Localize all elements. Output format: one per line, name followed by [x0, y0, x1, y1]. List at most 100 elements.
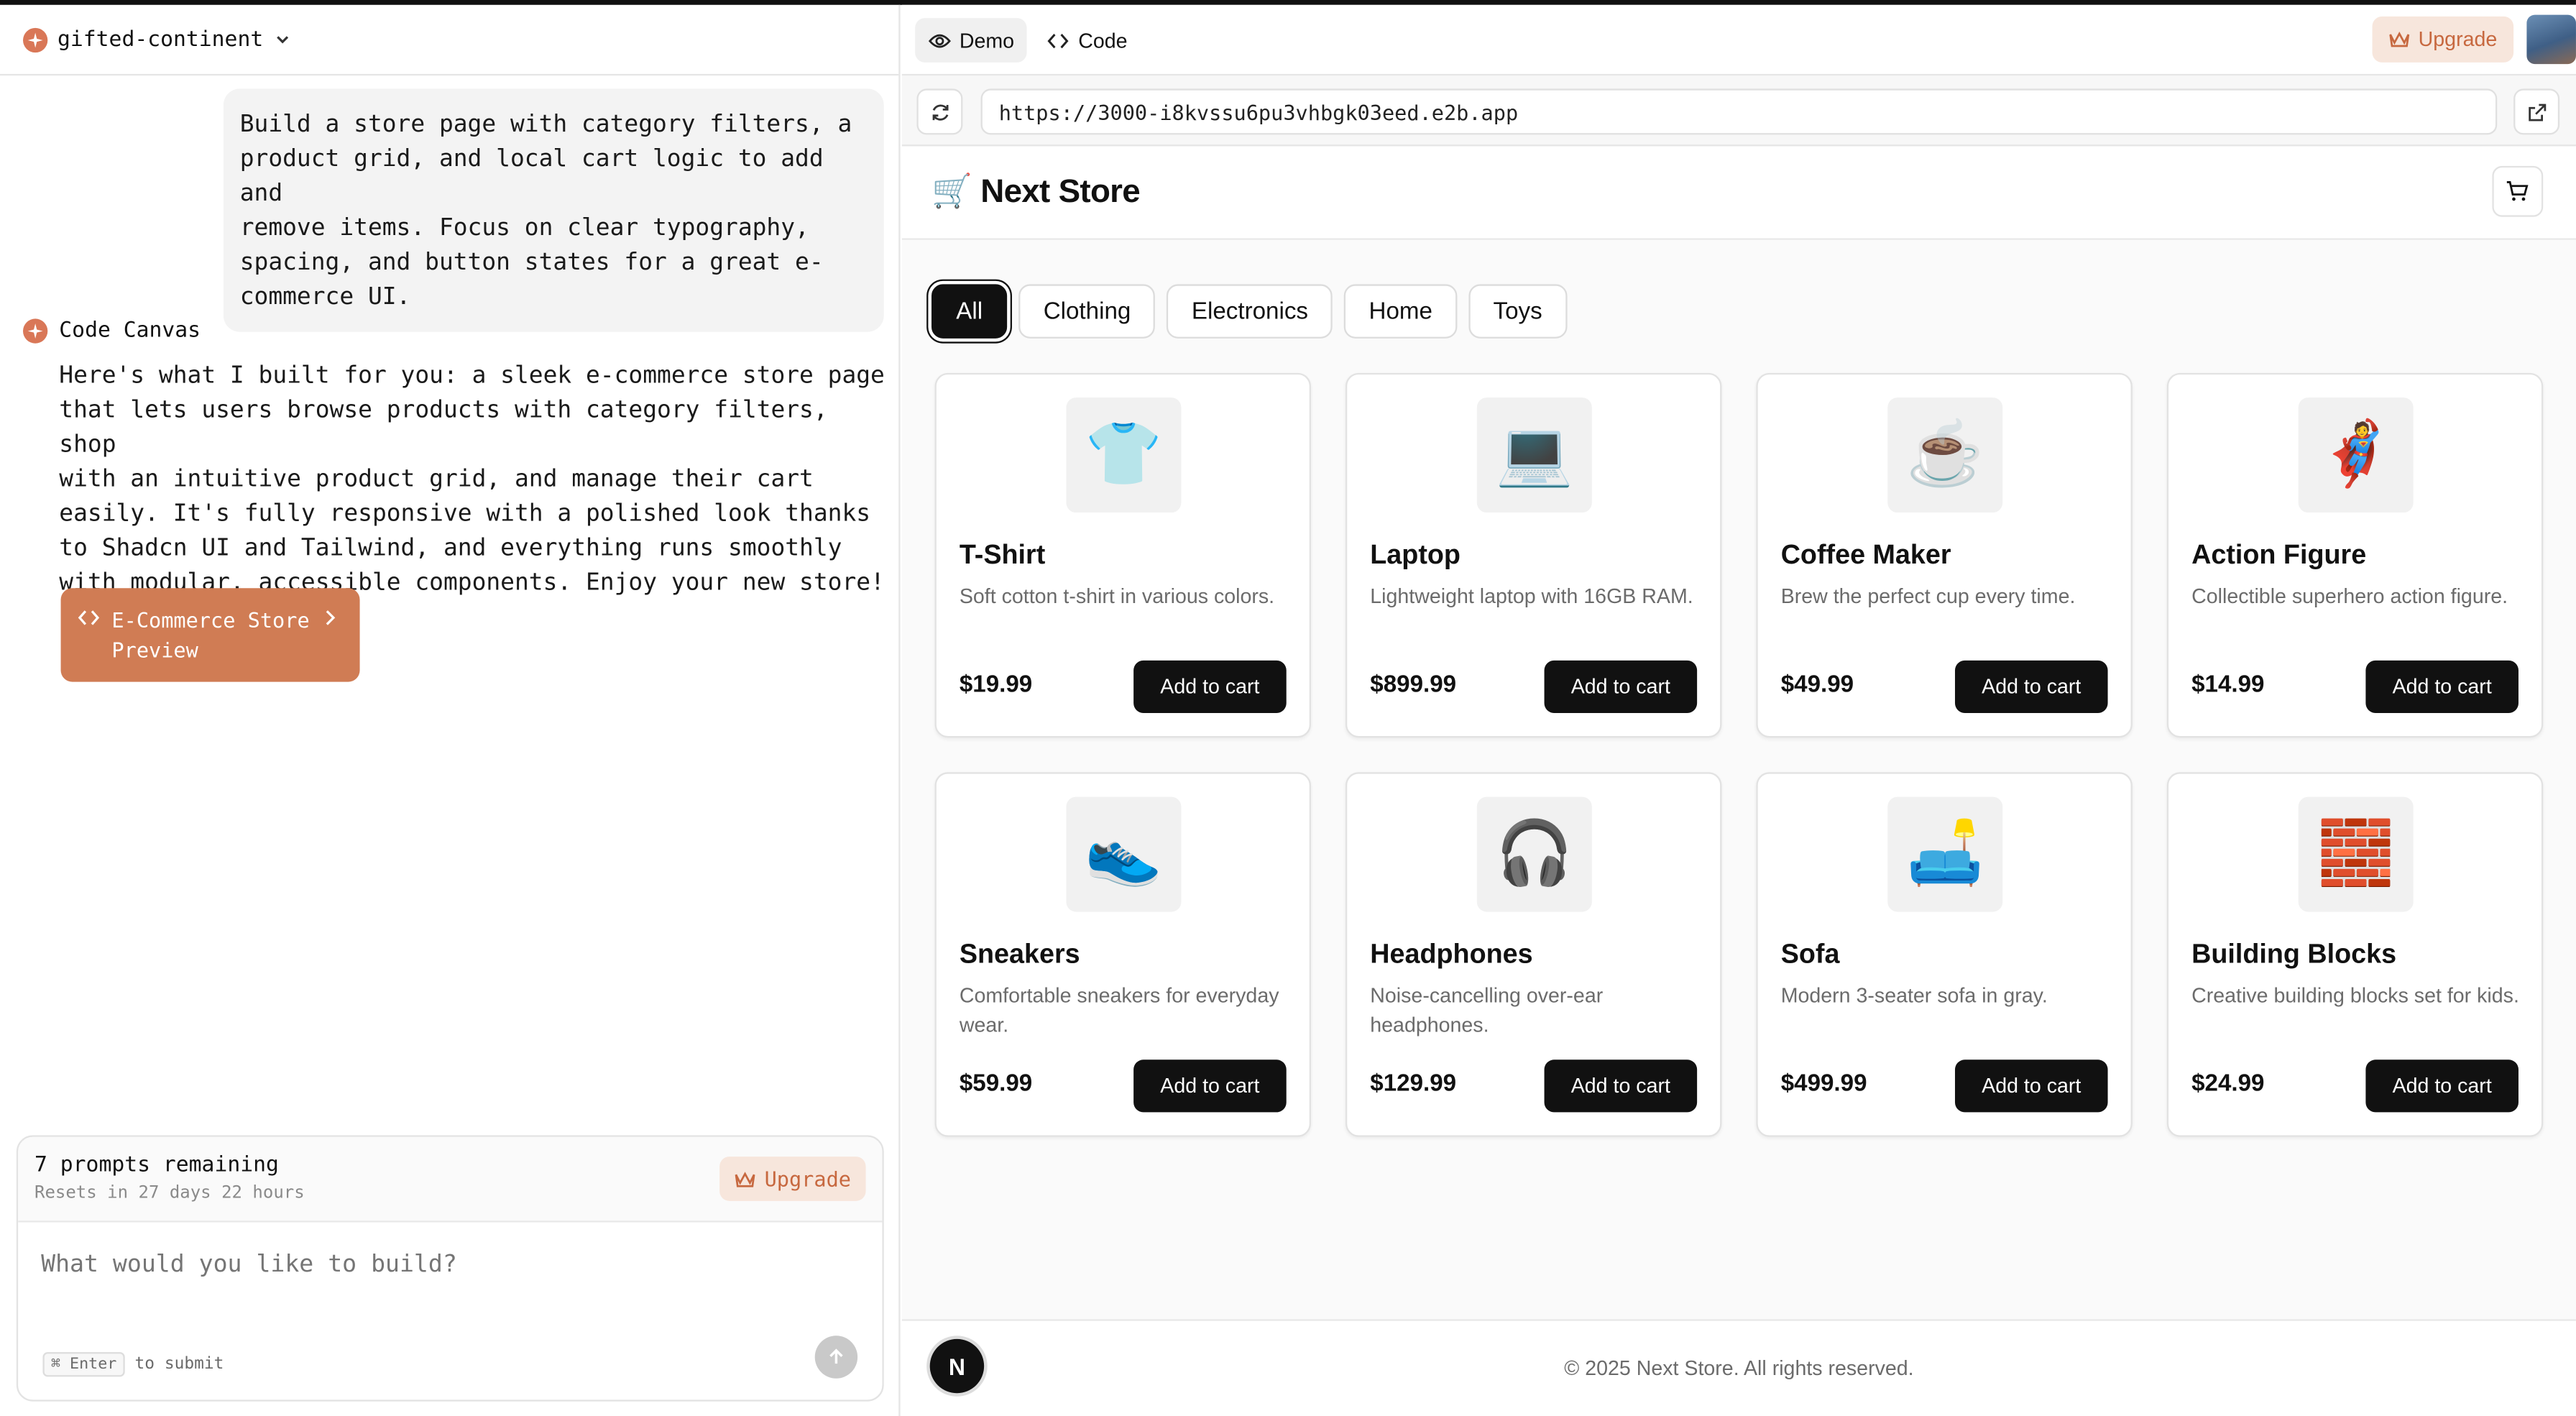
store-title: 🛒 Next Store: [931, 174, 1141, 211]
upgrade-label: Upgrade: [2418, 27, 2498, 51]
product-image: 👟: [1066, 796, 1182, 912]
product-price: $24.99: [2191, 1071, 2265, 1098]
product-name: Building Blocks: [2191, 939, 2397, 970]
enter-key: ⌘ Enter: [42, 1352, 125, 1377]
add-to-cart-button[interactable]: Add to cart: [1544, 1059, 1698, 1113]
product-card: 🧱 Building Blocks Creative building blocks…: [2166, 772, 2544, 1137]
product-card: 👟 Sneakers Comfortable sneakers for everyd…: [934, 772, 1311, 1137]
product-description: Soft cotton t-shirt in various colors.: [959, 584, 1275, 608]
footer-text: © 2025 Next Store. All rights reserved.: [1564, 1356, 1914, 1380]
app-logo-icon: [22, 27, 48, 52]
product-price: $14.99: [2191, 671, 2265, 699]
product-grid: 👕 T-Shirt Soft cotton t-shirt in various c…: [934, 372, 2544, 1137]
category-filters: All Clothing Electronics Home Toys: [931, 284, 1568, 339]
avatar[interactable]: [2526, 14, 2576, 65]
product-name: Sofa: [1780, 939, 1840, 970]
product-description: Comfortable sneakers for everyday wear.: [959, 984, 1279, 1036]
preview-artifact-button[interactable]: E-Commerce Store Preview: [60, 588, 360, 682]
product-name: Laptop: [1370, 540, 1460, 571]
cart-icon: [2506, 181, 2529, 201]
upgrade-button-small[interactable]: Upgrade: [719, 1157, 866, 1201]
product-price: $19.99: [959, 671, 1033, 699]
user-message: Build a store page with category filters…: [223, 88, 884, 332]
product-name: Headphones: [1370, 939, 1533, 970]
add-to-cart-button[interactable]: Add to cart: [1954, 1059, 2108, 1113]
filter-all[interactable]: All: [931, 284, 1008, 339]
send-button[interactable]: [814, 1335, 858, 1379]
url-field[interactable]: https://3000-i8kvssu6pu3vhbgk03eed.e2b.a…: [980, 88, 2498, 135]
submit-hint: ⌘ Enter to submit: [42, 1352, 224, 1377]
store-header: 🛒 Next Store: [901, 146, 2576, 240]
product-card: 🦸 Action Figure Collectible superhero acti…: [2166, 372, 2544, 738]
prompt-input[interactable]: [41, 1251, 830, 1279]
filter-clothing[interactable]: Clothing: [1018, 284, 1156, 339]
filter-toys[interactable]: Toys: [1468, 284, 1568, 339]
add-to-cart-button[interactable]: Add to cart: [1133, 660, 1287, 713]
chat-panel: gifted-continent Build a store page with…: [0, 4, 901, 1416]
product-image: 💻: [1476, 397, 1592, 513]
product-image: 🛋️: [1887, 796, 2003, 912]
product-description: Collectible superhero action figure.: [2191, 584, 2508, 608]
product-name: Sneakers: [959, 939, 1080, 970]
app-root: gifted-continent Build a store page with…: [0, 0, 2576, 1416]
product-card: 🛋️ Sofa Modern 3-seater sofa in gray. $499.…: [1756, 772, 2133, 1137]
cart-button[interactable]: [2492, 165, 2544, 217]
add-to-cart-button[interactable]: Add to cart: [2365, 660, 2518, 713]
product-price: $49.99: [1780, 671, 1854, 699]
product-name: Coffee Maker: [1780, 540, 1951, 571]
upgrade-button[interactable]: Upgrade: [2372, 16, 2514, 63]
product-image: 🧱: [2298, 796, 2414, 912]
product-card: 🎧 Headphones Noise-cancelling over-ear hea…: [1345, 772, 1722, 1137]
add-to-cart-button[interactable]: Add to cart: [2365, 1059, 2518, 1113]
open-external-button[interactable]: [2513, 88, 2560, 135]
filter-home[interactable]: Home: [1344, 284, 1458, 339]
product-image: ☕: [1887, 397, 2003, 513]
upgrade-label: Upgrade: [764, 1166, 851, 1192]
preview-panel: Demo Code Upgrade https://3000-i8kvssu6p…: [901, 4, 2576, 1416]
code-icon: [78, 610, 100, 625]
product-name: Action Figure: [2191, 540, 2367, 571]
tab-demo[interactable]: Demo: [915, 18, 1028, 63]
submit-hint-text: to submit: [134, 1355, 224, 1374]
tab-code[interactable]: Code: [1034, 18, 1140, 63]
tab-demo-label: Demo: [959, 28, 1015, 52]
preview-button-label: E-Commerce Store Preview: [111, 607, 310, 663]
assistant-message: Here's what I built for you: a sleek e-c…: [59, 363, 885, 597]
filter-electronics[interactable]: Electronics: [1167, 284, 1333, 339]
add-to-cart-button[interactable]: Add to cart: [1133, 1059, 1287, 1113]
resets-text: Resets in 27 days 22 hours: [34, 1182, 305, 1203]
prompt-composer: 7 prompts remaining Resets in 27 days 22…: [16, 1135, 884, 1402]
eye-icon: [928, 33, 951, 47]
product-card: 💻 Laptop Lightweight laptop with 16GB RAM.…: [1345, 372, 1722, 738]
crown-icon: [735, 1171, 756, 1187]
chevron-right-icon: [326, 610, 336, 625]
product-price: $129.99: [1370, 1071, 1457, 1098]
add-to-cart-button[interactable]: Add to cart: [1544, 660, 1698, 713]
product-image: 🎧: [1476, 796, 1592, 912]
prompts-remaining: 7 prompts remaining: [34, 1153, 279, 1178]
assistant-label: Code Canvas: [22, 318, 201, 344]
project-header[interactable]: gifted-continent: [0, 5, 899, 76]
product-description: Noise-cancelling over-ear headphones.: [1370, 984, 1604, 1036]
crown-icon: [2389, 31, 2410, 47]
product-name: T-Shirt: [959, 540, 1046, 571]
store-footer: N © 2025 Next Store. All rights reserved…: [901, 1319, 2576, 1416]
view-tabs: Demo Code: [915, 18, 1141, 63]
arrow-up-icon: [829, 1348, 843, 1364]
product-description: Creative building blocks set for kids.: [2191, 984, 2519, 1008]
add-to-cart-button[interactable]: Add to cart: [1954, 660, 2108, 713]
product-card: ☕ Coffee Maker Brew the perfect cup every …: [1756, 372, 2133, 738]
product-image: 👕: [1066, 397, 1182, 513]
assistant-logo-icon: [22, 318, 48, 344]
product-image: 🦸: [2298, 397, 2414, 513]
product-price: $59.99: [959, 1071, 1033, 1098]
tab-code-label: Code: [1078, 28, 1128, 52]
refresh-button[interactable]: [916, 88, 963, 135]
product-description: Brew the perfect cup every time.: [1780, 584, 2076, 608]
assistant-name: Code Canvas: [59, 318, 201, 344]
url-bar: https://3000-i8kvssu6pu3vhbgk03eed.e2b.a…: [901, 75, 2576, 147]
product-card: 👕 T-Shirt Soft cotton t-shirt in various c…: [934, 372, 1311, 738]
product-price: $499.99: [1780, 1071, 1867, 1098]
product-description: Lightweight laptop with 16GB RAM.: [1370, 584, 1693, 608]
product-price: $899.99: [1370, 671, 1457, 699]
